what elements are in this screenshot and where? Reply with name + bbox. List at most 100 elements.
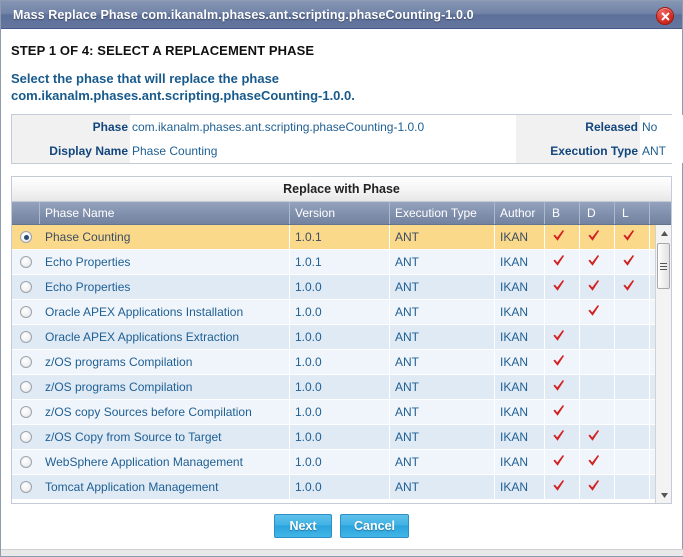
cell-flag-b xyxy=(545,425,580,449)
cell-version: 1.0.0 xyxy=(290,450,390,474)
column-header-d[interactable]: D xyxy=(580,202,615,224)
table-row[interactable]: Oracle APEX Applications Installation 1.0… xyxy=(12,300,671,325)
cell-flag-d xyxy=(580,225,615,249)
cell-version: 1.0.0 xyxy=(290,400,390,424)
cell-phase-name: z/OS programs Compilation xyxy=(40,350,290,374)
dialog-bottom-strip xyxy=(1,549,683,556)
lifecycle-check-icon xyxy=(622,254,635,270)
grid-vertical-scrollbar[interactable] xyxy=(655,225,671,503)
phase-radio-button[interactable] xyxy=(20,356,32,368)
column-header-version[interactable]: Version xyxy=(290,202,390,224)
cell-flag-l xyxy=(615,375,650,399)
table-row[interactable]: z/OS programs Compilation 1.0.0 ANT IKAN xyxy=(12,350,671,375)
cell-execution-type: ANT xyxy=(390,375,495,399)
build-check-icon xyxy=(552,454,565,470)
released-label: Released xyxy=(516,115,640,139)
dialog-titlebar: Mass Replace Phase com.ikanalm.phases.an… xyxy=(1,1,682,29)
cell-version: 1.0.0 xyxy=(290,325,390,349)
cell-author: IKAN xyxy=(495,450,545,474)
cell-flag-b xyxy=(545,350,580,374)
table-row[interactable]: Tomcat Application Management 1.0.0 ANT IKA… xyxy=(12,475,671,500)
lifecycle-check-icon xyxy=(622,229,635,245)
phase-radio-button[interactable] xyxy=(20,406,32,418)
cell-phase-name: z/OS programs Compilation xyxy=(40,375,290,399)
cell-phase-name: z/OS Copy from Source to Target xyxy=(40,425,290,449)
cell-flag-b xyxy=(545,375,580,399)
phase-radio-button[interactable] xyxy=(20,281,32,293)
phase-radio-button[interactable] xyxy=(20,381,32,393)
cell-execution-type: ANT xyxy=(390,275,495,299)
table-row[interactable]: Echo Properties 1.0.1 ANT IKAN xyxy=(12,250,671,275)
table-row[interactable]: Phase Counting 1.0.1 ANT IKAN xyxy=(12,225,671,250)
cell-author: IKAN xyxy=(495,275,545,299)
phase-radio-button[interactable] xyxy=(20,231,32,243)
next-button[interactable]: Next xyxy=(274,514,332,538)
row-select-cell[interactable] xyxy=(12,375,40,399)
grid-body: Phase Counting 1.0.1 ANT IKAN Echo Propertie… xyxy=(12,225,671,503)
cell-version: 1.0.0 xyxy=(290,475,390,499)
instruction-line-1: Select the phase that will replace the p… xyxy=(11,71,280,86)
phase-radio-button[interactable] xyxy=(20,456,32,468)
table-row[interactable]: z/OS copy Sources before Compilation 1.0.… xyxy=(12,400,671,425)
deploy-check-icon xyxy=(587,454,600,470)
cell-flag-l xyxy=(615,300,650,324)
cell-phase-name: Phase Counting xyxy=(40,225,290,249)
deploy-check-icon xyxy=(587,229,600,245)
cell-execution-type: ANT xyxy=(390,325,495,349)
row-select-cell[interactable] xyxy=(12,475,40,499)
cell-phase-name: Tomcat Application Management xyxy=(40,475,290,499)
cell-flag-d xyxy=(580,425,615,449)
cell-flag-l xyxy=(615,275,650,299)
row-select-cell[interactable] xyxy=(12,400,40,424)
cell-flag-d xyxy=(580,275,615,299)
build-check-icon xyxy=(552,404,565,420)
scroll-up-arrow-icon[interactable] xyxy=(656,225,671,241)
table-row[interactable]: z/OS programs Compilation 1.0.0 ANT IKAN xyxy=(12,375,671,400)
phase-value: com.ikanalm.phases.ant.scripting.phaseCo… xyxy=(130,115,516,139)
scroll-down-arrow-icon[interactable] xyxy=(656,487,671,503)
phase-radio-button[interactable] xyxy=(20,481,32,493)
row-select-cell[interactable] xyxy=(12,450,40,474)
cell-execution-type: ANT xyxy=(390,300,495,324)
phase-radio-button[interactable] xyxy=(20,431,32,443)
table-row[interactable]: z/OS Copy from Source to Target 1.0.0 ANT I… xyxy=(12,425,671,450)
phase-info-panel: Phase com.ikanalm.phases.ant.scripting.p… xyxy=(11,114,683,164)
close-icon[interactable] xyxy=(656,7,674,25)
column-header-execution-type[interactable]: Execution Type xyxy=(390,202,495,224)
column-header-author[interactable]: Author xyxy=(495,202,545,224)
cell-version: 1.0.1 xyxy=(290,250,390,274)
row-select-cell[interactable] xyxy=(12,350,40,374)
column-header-b[interactable]: B xyxy=(545,202,580,224)
row-select-cell[interactable] xyxy=(12,225,40,249)
row-select-cell[interactable] xyxy=(12,250,40,274)
table-row[interactable]: WebSphere Application Management 1.0.0 ANT… xyxy=(12,450,671,475)
column-header-phase-name[interactable]: Phase Name xyxy=(40,202,290,224)
column-header-select[interactable] xyxy=(12,202,40,224)
row-select-cell[interactable] xyxy=(12,300,40,324)
cell-version: 1.0.0 xyxy=(290,375,390,399)
cell-flag-d xyxy=(580,350,615,374)
cell-phase-name: Echo Properties xyxy=(40,275,290,299)
cell-version: 1.0.0 xyxy=(290,275,390,299)
cell-flag-b xyxy=(545,325,580,349)
cell-flag-l xyxy=(615,425,650,449)
scrollbar-thumb[interactable] xyxy=(657,243,670,289)
row-select-cell[interactable] xyxy=(12,275,40,299)
table-row[interactable]: Echo Properties 1.0.0 ANT IKAN xyxy=(12,275,671,300)
cell-flag-b xyxy=(545,225,580,249)
row-select-cell[interactable] xyxy=(12,325,40,349)
cell-execution-type: ANT xyxy=(390,350,495,374)
cancel-button[interactable]: Cancel xyxy=(340,514,409,538)
lifecycle-check-icon xyxy=(622,279,635,295)
phase-radio-button[interactable] xyxy=(20,331,32,343)
column-header-l[interactable]: L xyxy=(615,202,650,224)
cell-execution-type: ANT xyxy=(390,400,495,424)
deploy-check-icon xyxy=(587,279,600,295)
table-row[interactable]: Oracle APEX Applications Extraction 1.0.0… xyxy=(12,325,671,350)
build-check-icon xyxy=(552,254,565,270)
phase-radio-button[interactable] xyxy=(20,256,32,268)
phase-label: Phase xyxy=(12,115,130,139)
row-select-cell[interactable] xyxy=(12,425,40,449)
phase-radio-button[interactable] xyxy=(20,306,32,318)
cell-flag-l xyxy=(615,325,650,349)
